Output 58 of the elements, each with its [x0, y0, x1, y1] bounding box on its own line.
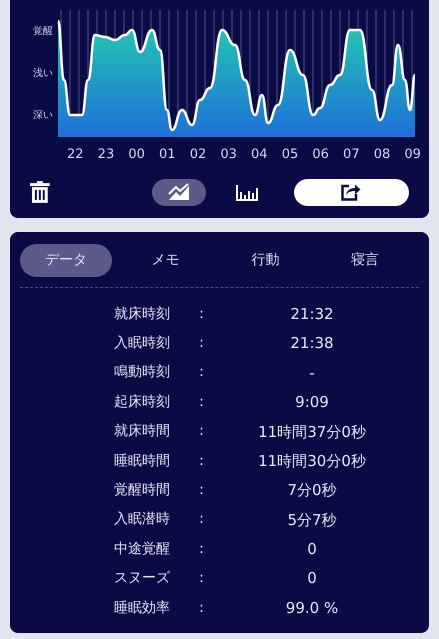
row-separator: :	[199, 422, 204, 442]
row-value: 21:32	[290, 304, 334, 325]
row-separator: :	[199, 334, 204, 354]
tab[interactable]: 寝言	[319, 244, 411, 276]
x-axis-label: 03	[220, 146, 237, 164]
y-axis-label: 浅い	[33, 66, 53, 81]
row-value: 7分0秒	[287, 480, 337, 502]
x-axis-label: 00	[128, 146, 145, 164]
row-value: 11時間30分0秒	[258, 450, 366, 472]
x-axis-label: 23	[98, 146, 114, 164]
row-label: 入眠時刻	[114, 334, 170, 354]
row-value: 11時間37分0秒	[258, 422, 366, 442]
bar-chart-icon	[234, 183, 259, 201]
row-value: 99.0 %	[286, 598, 338, 619]
row-value: -	[309, 362, 315, 384]
row-value: 0	[307, 539, 317, 560]
y-axis-label: 深い	[33, 109, 53, 123]
row-label: 睡眠時間	[114, 452, 170, 471]
row-label: 鳴動時刻	[114, 363, 170, 382]
trash-icon[interactable]	[30, 181, 50, 203]
row-label: 睡眠効率	[114, 598, 170, 618]
x-axis-label: 05	[282, 146, 298, 164]
share-icon	[341, 183, 362, 201]
row-separator: :	[199, 598, 204, 618]
row-label: スヌーズ	[114, 569, 170, 588]
row-separator: :	[199, 363, 204, 382]
tab[interactable]: データ	[20, 244, 112, 276]
row-value: 5分7秒	[287, 510, 337, 531]
row-value: 21:38	[290, 333, 334, 354]
row-separator: :	[199, 540, 204, 559]
row-label: 就床時刻	[114, 304, 170, 324]
row-label: 中途覚醒	[114, 540, 170, 559]
row-separator: :	[199, 569, 204, 588]
x-axis-label: 08	[374, 146, 390, 164]
share-button[interactable]	[294, 178, 409, 206]
row-label: 起床時刻	[114, 392, 170, 412]
row-separator: :	[199, 452, 204, 471]
row-label: 就床時間	[114, 422, 170, 442]
x-axis-label: 09	[404, 146, 421, 164]
x-axis-label: 22	[67, 146, 84, 164]
x-axis-label: 02	[190, 146, 206, 164]
x-axis-label: 07	[343, 146, 360, 164]
row-separator: :	[199, 392, 204, 412]
line-chart-button[interactable]	[152, 178, 206, 206]
tab[interactable]: 行動	[220, 244, 312, 276]
y-axis-label: 覚醒	[33, 24, 53, 39]
tab[interactable]: メモ	[120, 244, 212, 276]
row-label: 入眠潜時	[114, 510, 170, 530]
row-label: 覚醒時間	[114, 481, 170, 500]
x-axis-label: 06	[312, 146, 329, 164]
line-chart-icon	[168, 183, 190, 201]
row-separator: :	[199, 481, 204, 500]
row-value: 9:09	[295, 392, 329, 414]
row-separator: :	[199, 304, 204, 324]
x-axis-label: 01	[159, 146, 176, 164]
row-separator: :	[199, 510, 204, 530]
row-value: 0	[307, 568, 317, 590]
x-axis-label: 04	[251, 146, 268, 164]
